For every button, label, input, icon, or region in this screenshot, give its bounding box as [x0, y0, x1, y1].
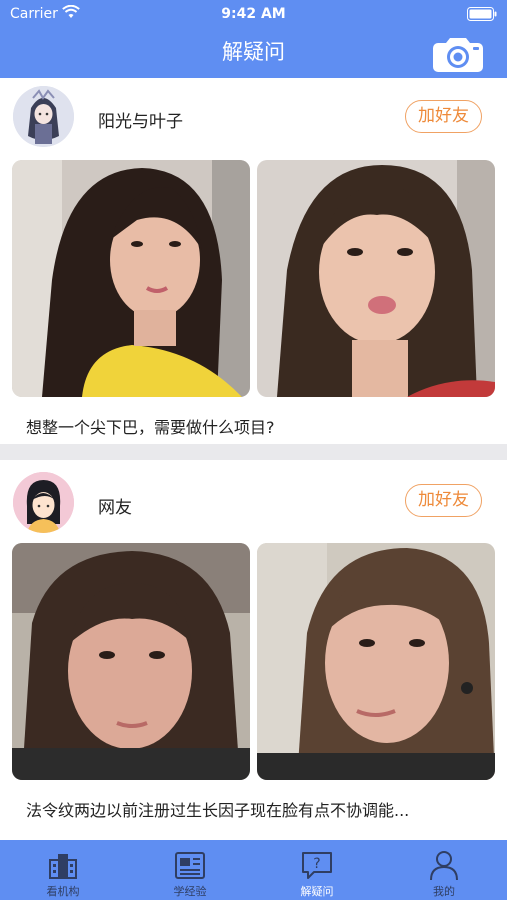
question-bubble-icon: ? [302, 852, 332, 879]
camera-button[interactable] [432, 37, 484, 73]
clock: 9:42 AM [221, 6, 286, 22]
post-photo[interactable] [12, 543, 250, 780]
post-card[interactable]: 网友 加好友 法令纹两边以前注册过生长因子现在脸有点不协调能... [0, 460, 507, 840]
app-screen: Carrier 9:42 AM 解疑问 阳光与叶子 加好友 想整一个尖下巴，需要… [0, 0, 507, 900]
tab-label: 我的 [433, 885, 455, 898]
person-icon [430, 851, 458, 881]
battery-icon [467, 7, 497, 21]
page-title: 解疑问 [222, 40, 285, 64]
add-friend-button[interactable]: 加好友 [405, 484, 482, 517]
post-photo[interactable] [257, 160, 495, 397]
tab-questions[interactable]: ? 解疑问 [254, 840, 380, 900]
top-bar: Carrier 9:42 AM 解疑问 [0, 0, 507, 78]
tab-label: 解疑问 [300, 885, 334, 898]
tab-institutions[interactable]: 看机构 [0, 840, 126, 900]
username: 网友 [98, 498, 132, 518]
status-bar: Carrier 9:42 AM [0, 0, 507, 28]
post-caption[interactable]: 法令纹两边以前注册过生长因子现在脸有点不协调能... [26, 797, 486, 821]
tab-bar: 看机构 学经验 ? 解疑问 我的 [0, 840, 507, 900]
add-friend-button[interactable]: 加好友 [405, 100, 482, 133]
camera-icon [433, 38, 483, 72]
post-photo[interactable] [257, 543, 495, 780]
tab-experience[interactable]: 学经验 [127, 840, 253, 900]
building-icon [49, 854, 77, 879]
svg-text:?: ? [313, 856, 320, 872]
username: 阳光与叶子 [98, 112, 183, 132]
question-feed[interactable]: 阳光与叶子 加好友 想整一个尖下巴，需要做什么项目? 网友 加好友 法令纹两边以… [0, 78, 507, 840]
newspaper-icon [175, 852, 205, 879]
post-card[interactable]: 阳光与叶子 加好友 想整一个尖下巴，需要做什么项目? [0, 78, 507, 444]
post-caption[interactable]: 想整一个尖下巴，需要做什么项目? [26, 414, 486, 438]
tab-mine[interactable]: 我的 [381, 840, 507, 900]
avatar[interactable] [13, 472, 74, 533]
post-photo[interactable] [12, 160, 250, 397]
avatar[interactable] [13, 86, 74, 147]
tab-label: 学经验 [173, 885, 207, 898]
tab-label: 看机构 [46, 885, 80, 898]
